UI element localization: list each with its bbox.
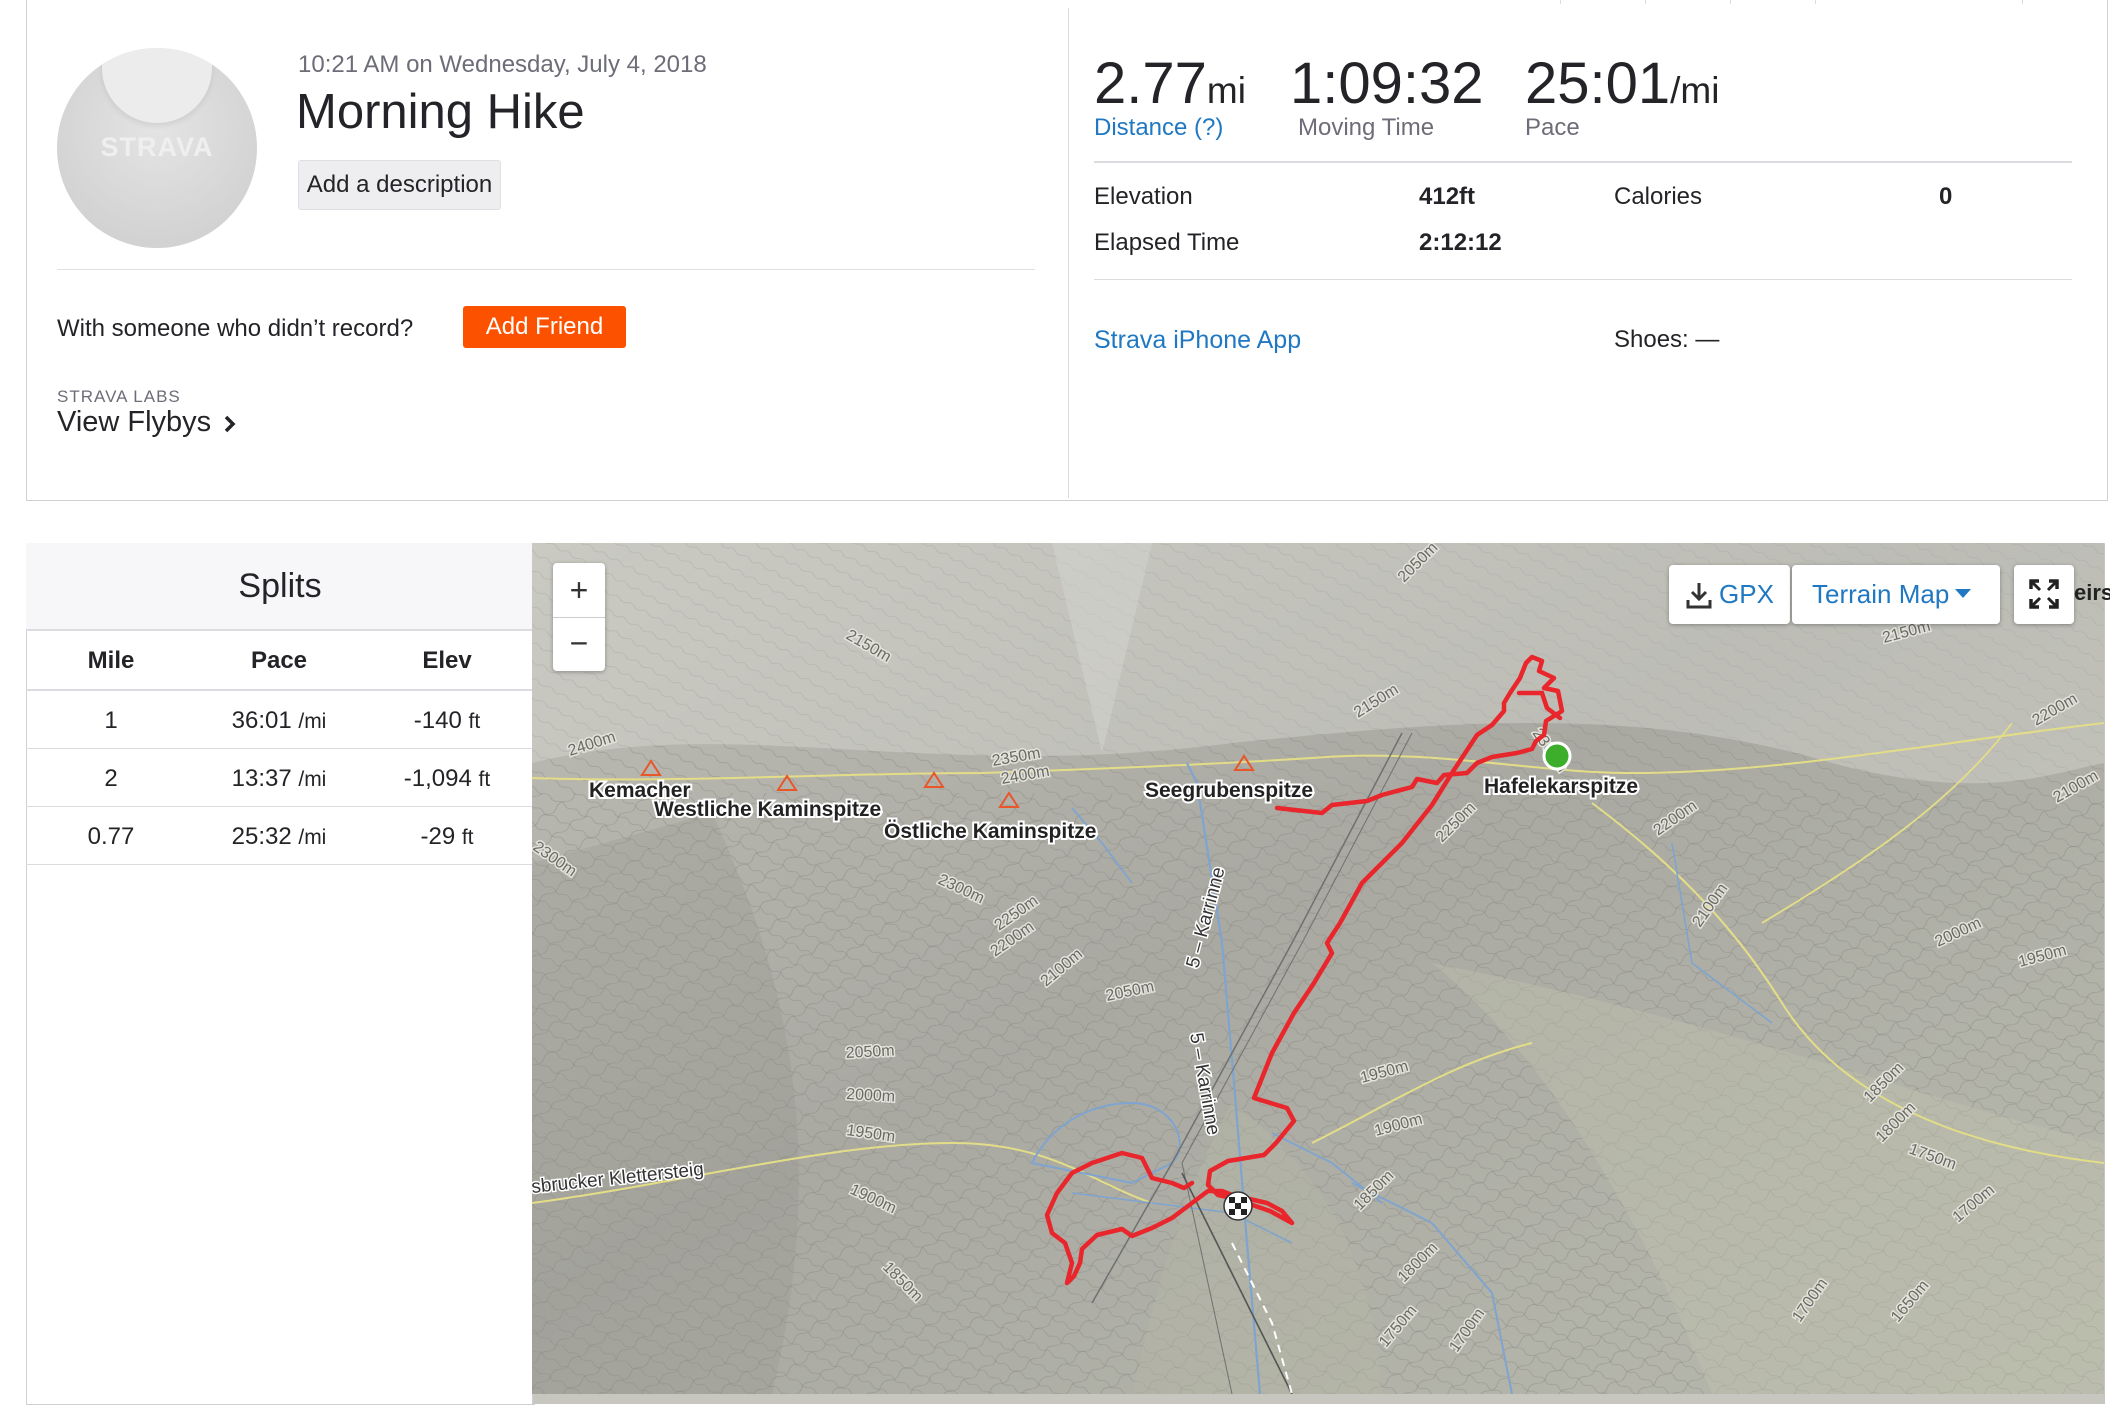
split-elev: -29 ft [362,823,532,851]
divider [1094,161,2072,163]
split-elev-unit: ft [461,826,474,849]
tab-divider [1560,0,1561,4]
contour-label: 2000m [846,1086,896,1106]
split-elev-value: -29 [420,823,456,850]
peak-label-oestliche-kaminspitze: Östliche Kaminspitze [884,820,1096,843]
strava-logo: STRAVA [100,132,214,162]
start-marker-icon[interactable] [1542,741,1572,771]
map-type-dropdown[interactable]: Terrain Map [1792,565,2000,624]
device-link[interactable]: Strava iPhone App [1094,326,1301,355]
split-pace-value: 25:32 [231,823,292,850]
elapsed-time-value: 2:12:12 [1419,229,1502,256]
moving-time-stat: 1:09:32 [1290,50,1484,117]
splits-column-mile: Mile [87,647,135,674]
map-edge-label: eirs [2074,580,2110,605]
gpx-label: GPX [1719,579,1774,609]
split-pace: 25:32 /mi [194,823,364,851]
map-type-label: Terrain Map [1812,579,1950,609]
distance-value: 2.77 [1094,51,1207,116]
table-row: 1 36:01 /mi -140 ft [26,691,534,749]
distance-help-link[interactable]: Distance (?) [1094,114,1223,142]
split-pace: 13:37 /mi [194,765,364,793]
contour-label: 2050m [845,1042,895,1062]
add-friend-prompt: With someone who didn’t record? [57,315,414,342]
pace-stat: 25:01/mi [1525,50,1719,117]
splits-title: Splits [238,567,322,605]
add-description-button[interactable]: Add a description [298,160,501,210]
shoes-info: Shoes: — [1614,326,1720,353]
caret-down-icon [1955,589,1971,598]
split-elev: -140 ft [362,707,532,735]
athlete-avatar[interactable]: STRAVA [57,48,257,248]
calories-label: Calories [1614,183,1703,210]
view-flybys-link[interactable]: View Flybys [57,406,211,439]
peak-label-seegrubenspitze: Seegrubenspitze [1145,779,1313,802]
pace-value: 25:01 [1525,51,1671,116]
distance-stat: 2.77mi [1094,50,1246,117]
elapsed-time-label: Elapsed Time [1094,229,1240,256]
split-elev-unit: ft [468,710,481,733]
activity-datetime: 10:21 AM on Wednesday, July 4, 2018 [298,51,707,78]
terrain-map-canvas[interactable]: Kemacher Westliche Kaminspitze Östliche … [532,543,2104,1394]
split-pace-unit: /mi [298,768,327,791]
add-friend-button[interactable]: Add Friend [463,306,626,348]
strava-labs-label: STRAVA LABS [57,387,181,406]
tab-divider [1815,0,1816,4]
split-elev: -1,094 ft [362,765,532,793]
elevation-value: 412ft [1419,183,1476,210]
peak-label-hafelekarspitze: Hafelekarspitze [1484,775,1638,798]
tab-divider [1730,0,1731,4]
pace-label: Pace [1525,114,1580,141]
activity-title: Morning Hike [296,85,585,139]
split-elev-value: -1,094 [403,765,472,792]
split-mile: 2 [104,765,118,792]
peak-label-westliche-kaminspitze: Westliche Kaminspitze [654,798,881,821]
elevation-label: Elevation [1094,183,1193,210]
finish-flag-icon[interactable] [1223,1191,1253,1221]
split-elev-unit: ft [478,768,491,791]
splits-column-elev: Elev [422,647,472,674]
tab-divider [1645,0,1646,4]
expand-icon [2029,579,2059,609]
chevron-right-icon[interactable] [222,414,238,434]
divider [1094,279,2072,280]
moving-time-value: 1:09:32 [1290,51,1484,116]
table-row: 0.77 25:32 /mi -29 ft [26,807,534,865]
zoom-out-button[interactable]: − [553,617,605,671]
split-pace-value: 13:37 [231,765,292,792]
split-mile: 1 [104,707,118,734]
split-mile: 0.77 [87,823,135,850]
table-row: 2 13:37 /mi -1,094 ft [26,749,534,807]
avatar-shirt-collar [102,48,212,123]
pace-unit: /mi [1670,70,1720,111]
fullscreen-button[interactable] [2014,565,2074,624]
calories-value: 0 [1939,183,1953,210]
split-pace-unit: /mi [298,826,327,849]
split-pace: 36:01 /mi [194,707,364,735]
zoom-in-button[interactable]: + [553,563,605,617]
split-pace-unit: /mi [298,710,327,733]
split-pace-value: 36:01 [231,707,292,734]
splits-column-pace: Pace [250,647,308,674]
distance-unit: mi [1206,70,1246,111]
divider [57,269,1035,270]
moving-time-label: Moving Time [1298,114,1435,141]
card-column-divider [1068,8,1069,498]
download-icon [1686,583,1712,609]
split-elev-value: -140 [413,707,462,734]
tab-divider [2022,0,2023,4]
export-gpx-button[interactable]: GPX [1669,565,1790,624]
